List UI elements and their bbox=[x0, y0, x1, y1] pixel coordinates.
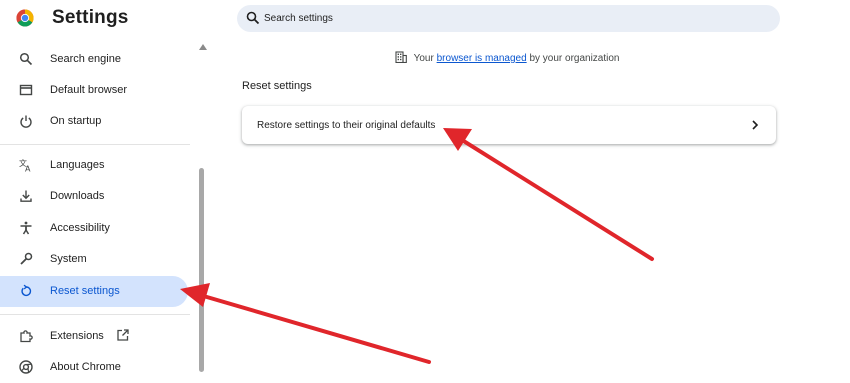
sidebar-item-label: Reset settings bbox=[50, 285, 120, 297]
chevron-right-icon bbox=[750, 119, 760, 131]
sidebar-item-label: Accessibility bbox=[50, 222, 110, 234]
accessibility-icon bbox=[19, 221, 33, 235]
reset-icon bbox=[19, 284, 33, 298]
sidebar-item-label: Extensions bbox=[50, 330, 104, 342]
managed-prefix: Your bbox=[414, 53, 434, 64]
sidebar-item-search-engine[interactable]: Search engine bbox=[0, 44, 188, 75]
sidebar-item-about-chrome[interactable]: About Chrome bbox=[0, 352, 188, 383]
sidebar-item-system[interactable]: System bbox=[0, 244, 188, 275]
puzzle-icon bbox=[19, 329, 33, 343]
download-icon bbox=[19, 189, 33, 203]
wrench-icon bbox=[19, 252, 33, 266]
building-icon bbox=[395, 51, 407, 63]
restore-defaults-label: Restore settings to their original defau… bbox=[257, 120, 435, 131]
page-title: Settings bbox=[52, 7, 129, 29]
arrow-to-reset-settings bbox=[180, 283, 429, 362]
sidebar-item-extensions[interactable]: Extensions bbox=[0, 321, 188, 352]
sidebar-item-default-browser[interactable]: Default browser bbox=[0, 75, 188, 106]
svg-text:A: A bbox=[25, 165, 31, 173]
sidebar-divider bbox=[0, 144, 190, 145]
sidebar-scrollbar[interactable] bbox=[197, 42, 207, 380]
scroll-up-arrow-icon[interactable] bbox=[199, 44, 207, 50]
chrome-icon bbox=[19, 360, 33, 374]
browser-managed-link[interactable]: browser is managed bbox=[437, 53, 527, 64]
search-input[interactable]: Search settings bbox=[237, 5, 780, 32]
sidebar-item-reset-settings[interactable]: Reset settings bbox=[0, 276, 188, 307]
search-icon bbox=[246, 11, 260, 25]
search-icon bbox=[19, 52, 33, 66]
sidebar-item-label: Downloads bbox=[50, 190, 104, 202]
browser-window-icon bbox=[19, 83, 33, 97]
scrollbar-thumb[interactable] bbox=[199, 168, 204, 372]
power-icon bbox=[19, 114, 33, 128]
sidebar: Search engine Default browser On startup… bbox=[0, 42, 206, 380]
open-in-new-icon bbox=[117, 329, 129, 341]
translate-icon: 文 A bbox=[19, 158, 33, 172]
sidebar-item-accessibility[interactable]: Accessibility bbox=[0, 213, 188, 244]
sidebar-item-languages[interactable]: 文 A Languages bbox=[0, 150, 188, 181]
sidebar-item-label: System bbox=[50, 253, 87, 265]
sidebar-item-label: About Chrome bbox=[50, 361, 121, 373]
sidebar-item-on-startup[interactable]: On startup bbox=[0, 106, 188, 137]
sidebar-item-label: Search engine bbox=[50, 53, 121, 65]
sidebar-item-label: Default browser bbox=[50, 84, 127, 96]
managed-suffix: by your organization bbox=[529, 53, 619, 64]
sidebar-item-downloads[interactable]: Downloads bbox=[0, 181, 188, 212]
search-placeholder: Search settings bbox=[264, 13, 333, 24]
managed-notice: Your browser is managed by your organiza… bbox=[395, 51, 620, 64]
sidebar-item-label: On startup bbox=[50, 115, 101, 127]
sidebar-item-label: Languages bbox=[50, 159, 104, 171]
section-title: Reset settings bbox=[242, 80, 312, 92]
restore-defaults-row[interactable]: Restore settings to their original defau… bbox=[242, 106, 776, 144]
chrome-logo-icon bbox=[16, 9, 34, 27]
arrow-to-restore-defaults bbox=[443, 128, 652, 259]
sidebar-divider bbox=[0, 314, 190, 315]
